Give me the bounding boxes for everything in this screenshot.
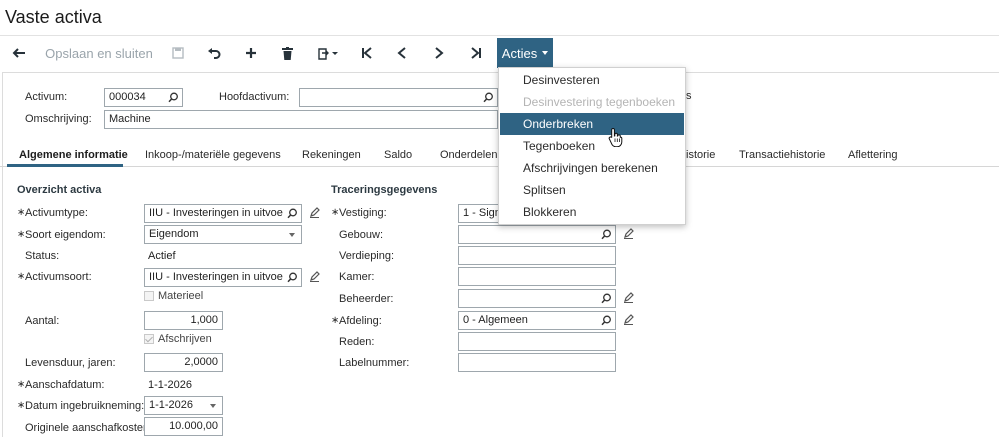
status-value: Actief	[148, 250, 176, 262]
search-icon[interactable]	[287, 208, 298, 219]
pencil-icon[interactable]	[623, 314, 634, 325]
vestiging-label: Vestiging:	[331, 207, 387, 219]
datum-ingebruikneming-label: Datum ingebruikneming:	[17, 400, 144, 412]
activumsoort-label: Activumsoort:	[17, 271, 92, 283]
chevron-down-icon	[542, 51, 549, 55]
gebouw-input[interactable]	[458, 225, 616, 244]
activum-input[interactable]: 000034	[104, 88, 183, 107]
search-icon[interactable]	[601, 293, 612, 304]
tab-saldo[interactable]: Saldo	[384, 149, 412, 161]
actions-label: Acties	[501, 45, 538, 61]
menu-item-onderbreken[interactable]: Onderbreken	[500, 113, 684, 135]
menu-item-afschrijvingen-berekenen[interactable]: Afschrijvingen berekenen	[499, 157, 685, 179]
hoofdactivum-label: Hoofdactivum:	[219, 91, 290, 103]
tab-historie[interactable]: istorie	[686, 149, 715, 161]
activumtype-label: Activumtype:	[17, 207, 88, 219]
tab-inkoop-materiele-gegevens[interactable]: Inkoop-/materiële gegevens	[145, 149, 281, 161]
first-icon[interactable]	[356, 36, 378, 70]
soort-eigendom-select[interactable]: Eigendom	[144, 225, 302, 244]
partial-label: s	[686, 90, 692, 102]
afschrijven-label: Afschrijven	[158, 333, 212, 345]
activum-label: Activum:	[25, 91, 68, 103]
menu-item-tegenboeken[interactable]: Tegenboeken	[499, 135, 685, 157]
aanschafkosten-label: Originele aanschafkosten:	[25, 422, 153, 434]
tab-aflettering[interactable]: Aflettering	[848, 149, 898, 161]
plus-icon[interactable]	[240, 36, 262, 70]
chevron-down-icon	[210, 404, 216, 408]
soort-eigendom-label: Soort eigendom:	[17, 229, 106, 241]
undo-icon[interactable]	[203, 36, 225, 70]
clipboard-icon[interactable]	[313, 36, 343, 70]
search-icon[interactable]	[601, 315, 612, 326]
pencil-icon[interactable]	[309, 207, 320, 218]
tab-onderdelen[interactable]: Onderdelen	[440, 149, 498, 161]
pencil-icon[interactable]	[623, 292, 634, 303]
tab-algemene-informatie[interactable]: Algemene informatie	[19, 149, 128, 161]
pencil-icon[interactable]	[623, 228, 634, 239]
prev-icon[interactable]	[391, 36, 413, 70]
chevron-down-icon	[289, 233, 295, 237]
omschrijving-label: Omschrijving:	[25, 113, 92, 125]
save-icon[interactable]	[168, 36, 188, 70]
search-icon[interactable]	[601, 229, 612, 240]
hand-cursor-icon	[608, 127, 623, 147]
afdeling-input[interactable]: 0 - Algemeen	[458, 311, 616, 330]
beheerder-input[interactable]	[458, 289, 616, 308]
aanschafdatum-value: 1-1-2026	[148, 379, 193, 391]
actions-dropdown-menu: Desinvesteren Desinvestering tegenboeken…	[498, 67, 686, 225]
search-icon[interactable]	[287, 272, 298, 283]
section-overzicht-activa: Overzicht activa	[17, 184, 102, 196]
menu-item-desinvesteren[interactable]: Desinvesteren	[499, 69, 685, 91]
reden-input[interactable]	[458, 332, 616, 351]
menu-item-splitsen[interactable]: Splitsen	[499, 179, 685, 201]
tab-transactiehistorie[interactable]: Transactiehistorie	[739, 149, 825, 161]
levensduur-input[interactable]: 2,0000	[144, 353, 223, 372]
last-icon[interactable]	[465, 36, 487, 70]
hoofdactivum-input[interactable]	[299, 88, 498, 107]
datum-ingebruikneming-select[interactable]: 1-1-2026	[144, 396, 223, 415]
save-and-close-button[interactable]: Opslaan en sluiten	[44, 36, 154, 70]
gebouw-label: Gebouw:	[339, 229, 384, 241]
activumtype-input[interactable]: IIU - Investeringen in uitvoering	[144, 204, 302, 223]
actions-button[interactable]: Acties	[497, 38, 553, 68]
active-tab-indicator	[7, 164, 123, 167]
materieel-label: Materieel	[158, 290, 204, 302]
kamer-label: Kamer:	[339, 271, 375, 283]
pencil-icon[interactable]	[309, 271, 320, 282]
aanschafkosten-input[interactable]: 10.000,00	[144, 417, 223, 436]
menu-item-blokkeren[interactable]: Blokkeren	[499, 201, 685, 223]
menu-item-desinvestering-tegenboeken: Desinvestering tegenboeken	[523, 95, 676, 109]
search-icon[interactable]	[483, 92, 494, 103]
page-title: Vaste activa	[5, 7, 102, 27]
back-arrow-icon[interactable]	[8, 36, 30, 70]
afdeling-label: Afdeling:	[331, 315, 382, 327]
aanschafdatum-label: Aanschafdatum:	[17, 379, 104, 391]
labelnummer-label: Labelnummer:	[339, 357, 410, 369]
kamer-input[interactable]	[458, 267, 616, 286]
reden-label: Reden:	[339, 336, 375, 348]
omschrijving-input[interactable]: Machine	[104, 110, 498, 129]
toolbar: Opslaan en sluiten Acties	[0, 35, 999, 69]
status-label: Status:	[25, 250, 60, 262]
section-traceringsgegevens: Traceringsgegevens	[331, 184, 438, 196]
labelnummer-input[interactable]	[458, 353, 616, 372]
tab-rekeningen[interactable]: Rekeningen	[302, 149, 361, 161]
search-icon[interactable]	[168, 92, 179, 103]
aantal-label: Aantal:	[25, 315, 60, 327]
trash-icon[interactable]	[276, 36, 298, 70]
materieel-checkbox[interactable]	[144, 291, 154, 301]
beheerder-label: Beheerder:	[339, 293, 394, 305]
activumsoort-input[interactable]: IIU - Investeringen in uitvoering	[144, 268, 302, 287]
aantal-input[interactable]: 1,000	[144, 311, 223, 330]
verdieping-label: Verdieping:	[339, 250, 395, 262]
afschrijven-checkbox[interactable]	[144, 334, 154, 344]
levensduur-label: Levensduur, jaren:	[25, 357, 116, 369]
next-icon[interactable]	[428, 36, 450, 70]
verdieping-input[interactable]	[458, 246, 616, 265]
